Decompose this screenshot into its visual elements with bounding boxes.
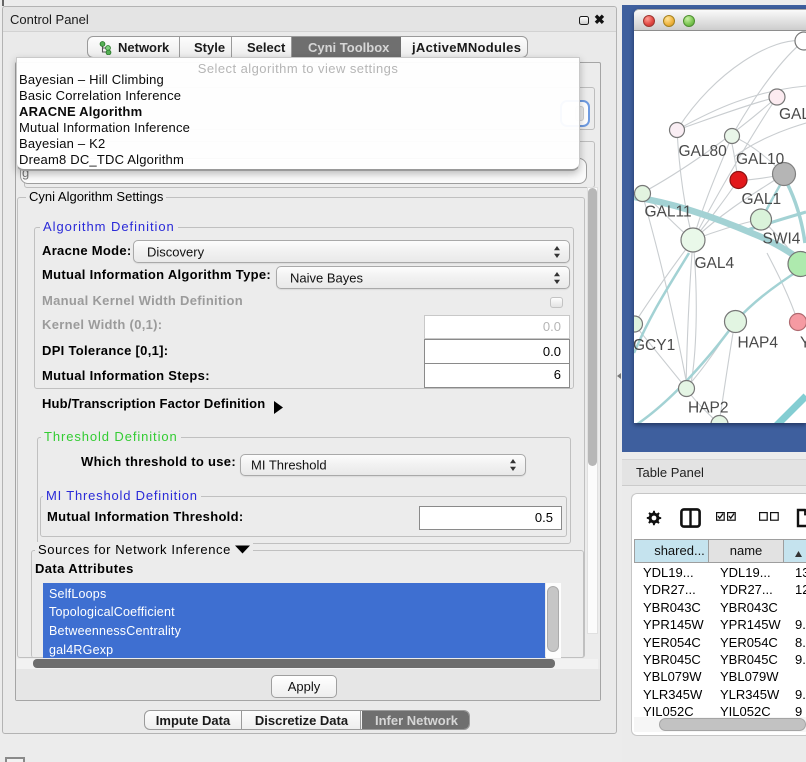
svg-text:HAP4: HAP4 [738,335,779,352]
svg-text:GAL10: GAL10 [736,151,785,168]
svg-text:GAL: GAL [779,106,806,123]
svg-text:GCY1: GCY1 [634,337,675,354]
svg-text:Y: Y [800,335,806,352]
svg-text:HAP2: HAP2 [688,400,729,417]
svg-text:GAL80: GAL80 [679,143,728,160]
svg-text:GAL4: GAL4 [695,255,735,272]
svg-text:GAL11: GAL11 [645,204,692,221]
svg-text:SWI4: SWI4 [763,231,801,248]
svg-text:GAL1: GAL1 [742,191,782,208]
